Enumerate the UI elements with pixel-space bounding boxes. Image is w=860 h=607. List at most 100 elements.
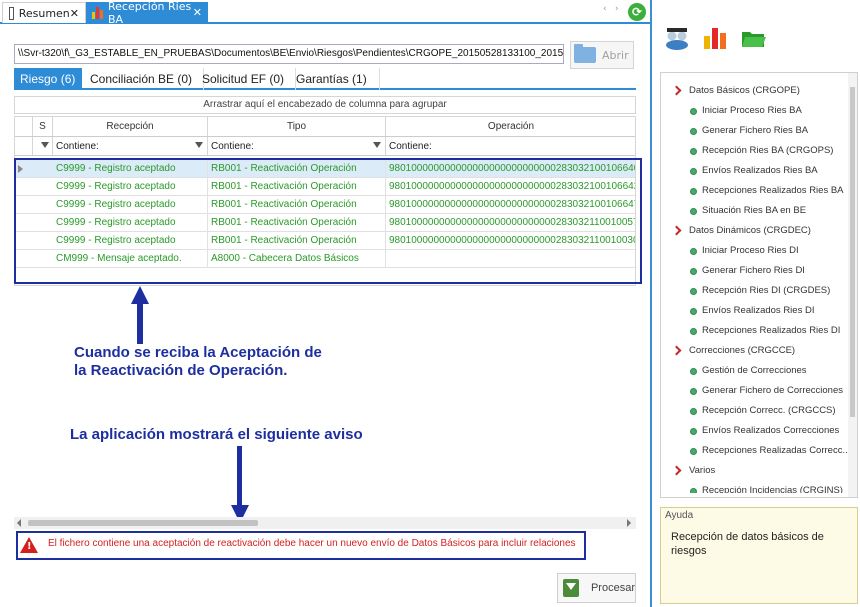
bullet-icon (690, 268, 697, 275)
row-indicator-header (15, 117, 33, 136)
nav-item-generar-fichero-ba[interactable]: Generar Fichero Ries BA (661, 121, 849, 141)
filter-icon[interactable] (373, 142, 381, 148)
process-button[interactable]: Procesar (557, 573, 636, 603)
bullet-icon (690, 428, 697, 435)
result-tabs: Riesgo (6) Conciliación BE (0) Solicitud… (14, 68, 636, 90)
filter-recepcion[interactable]: Contiene: (53, 137, 208, 155)
bullet-icon (690, 208, 697, 215)
nav-label: Recepción Incidencias (CRGINS) (702, 485, 843, 493)
scroll-thumb[interactable] (28, 520, 258, 526)
tab-scroll-right-icon[interactable]: › (615, 4, 619, 14)
tab-label: Solicitud EF (0) (202, 72, 285, 86)
column-header-label: Operación (487, 121, 535, 132)
filter-s[interactable] (33, 137, 53, 155)
tab-scroll-left-icon[interactable]: ‹ (603, 4, 607, 14)
filter-tipo[interactable]: Contiene: (208, 137, 386, 155)
users-icon[interactable] (664, 25, 690, 51)
annotation-note-2: La aplicación mostrará el siguiente avis… (70, 426, 363, 443)
nav-item-recepcion-ba[interactable]: Recepción Ries BA (CRGOPS) (661, 141, 849, 161)
help-title: Ayuda (665, 510, 694, 521)
bullet-icon (690, 488, 697, 493)
tab-resumen[interactable]: Resumen ✕ (2, 2, 86, 23)
tab-solicitud-ef[interactable]: Solicitud EF (0) (196, 68, 296, 90)
nav-label: Varios (689, 465, 716, 476)
nav-category-datos-basicos[interactable]: Datos Básicos (CRGOPE) (661, 81, 849, 101)
annotation-line: la Reactivación de Operación. (74, 362, 288, 379)
document-icon (9, 6, 14, 20)
app-window: Resumen ✕ Recepción Ries BA ✕ ‹ › ⟳ \\Sv… (0, 0, 860, 607)
nav-category-correcciones[interactable]: Correcciones (CRGCCE) (661, 341, 849, 361)
nav-item-gestion-correcciones[interactable]: Gestión de Correcciones (661, 361, 849, 381)
column-header-recepcion[interactable]: Recepción (53, 117, 208, 136)
nav-label: Recepciones Realizados Ries DI (702, 325, 841, 336)
chart-icon[interactable] (702, 25, 728, 51)
nav-item-recepcion-di[interactable]: Recepción Ries DI (CRGDES) (661, 281, 849, 301)
nav-item-situacion-ba[interactable]: Situación Ries BA en BE (661, 201, 849, 221)
nav-label: Iniciar Proceso Ries DI (702, 245, 799, 256)
warning-glyph: ! (27, 541, 32, 552)
nav-item-envios-di[interactable]: Envíos Realizados Ries DI (661, 301, 849, 321)
tab-recepcion-ries-ba[interactable]: Recepción Ries BA ✕ (86, 0, 208, 26)
file-path-field[interactable]: \\Svr-t320\f\_G3_ESTABLE_EN_PRUEBAS\Docu… (14, 44, 564, 64)
filter-icon[interactable] (41, 142, 49, 148)
grid-header-row: S Recepción Tipo Operación (15, 117, 635, 137)
bullet-icon (690, 408, 697, 415)
close-icon[interactable]: ✕ (193, 6, 202, 19)
nav-category-varios[interactable]: Varios (661, 461, 849, 481)
nav-item-recepciones-ba[interactable]: Recepciones Realizados Ries BA (661, 181, 849, 201)
nav-item-recepciones-di[interactable]: Recepciones Realizados Ries DI (661, 321, 849, 341)
nav-item-recepciones-correcc[interactable]: Recepciones Realizadas Correcc... (661, 441, 850, 461)
chart-icon (92, 6, 103, 19)
group-by-panel[interactable]: Arrastrar aquí el encabezado de columna … (14, 96, 636, 114)
document-tab-bar: Resumen ✕ Recepción Ries BA ✕ ‹ › ⟳ (0, 0, 650, 26)
chevron-right-icon (671, 345, 682, 356)
nav-item-iniciar-proceso-ba[interactable]: Iniciar Proceso Ries BA (661, 101, 849, 121)
nav-item-envios-ba[interactable]: Envíos Realizados Ries BA (661, 161, 849, 181)
tab-garantias[interactable]: Garantías (1) (290, 68, 380, 90)
filter-label: Contiene: (56, 140, 99, 152)
arrow-shaft (237, 446, 242, 506)
bullet-icon (690, 448, 697, 455)
column-header-s[interactable]: S (33, 117, 53, 136)
nav-label: Recepción Ries DI (CRGDES) (702, 285, 831, 296)
tab-label: Recepción Ries BA (108, 0, 192, 26)
nav-item-envios-correcciones[interactable]: Envíos Realizados Correcciones (661, 421, 849, 441)
close-icon[interactable]: ✕ (70, 7, 79, 20)
horizontal-scrollbar[interactable] (14, 517, 636, 529)
column-header-operacion[interactable]: Operación (386, 117, 635, 136)
tab-conciliacion-be[interactable]: Conciliación BE (0) (84, 68, 204, 90)
column-header-label: S (39, 121, 46, 132)
process-icon (563, 579, 579, 597)
column-header-label: Recepción (106, 121, 154, 132)
nav-item-recepcion-incidencias[interactable]: Recepción Incidencias (CRGINS) (661, 481, 849, 493)
nav-item-recepcion-correcc[interactable]: Recepción Correcc. (CRGCCS) (661, 401, 849, 421)
scroll-right-icon[interactable] (627, 519, 631, 527)
warning-icon: ! (20, 537, 38, 553)
refresh-icon[interactable]: ⟳ (628, 3, 646, 21)
open-button[interactable]: Abrir (570, 41, 634, 69)
annotation-note-1: Cuando se reciba la Aceptación de la Rea… (74, 344, 322, 380)
column-header-tipo[interactable]: Tipo (208, 117, 386, 136)
nav-label: Recepciones Realizados Ries BA (702, 185, 844, 196)
nav-label: Datos Básicos (CRGOPE) (689, 85, 800, 96)
nav-label: Recepción Correcc. (CRGCCS) (702, 405, 836, 416)
filter-icon[interactable] (195, 142, 203, 148)
nav-item-generar-fichero-di[interactable]: Generar Fichero Ries DI (661, 261, 849, 281)
bullet-icon (690, 248, 697, 255)
annotation-line: Cuando se reciba la Aceptación de (74, 344, 322, 361)
warning-text: El fichero contiene una aceptación de re… (48, 538, 576, 549)
filter-indicator (15, 137, 33, 155)
tab-count: (6) (60, 72, 76, 86)
bullet-icon (690, 388, 697, 395)
scroll-thumb[interactable] (850, 87, 855, 417)
nav-category-datos-dinamicos[interactable]: Datos Dinámicos (CRGDEC) (661, 221, 849, 241)
nav-item-generar-fichero-correcciones[interactable]: Generar Fichero de Correcciones (661, 381, 849, 401)
vertical-scrollbar[interactable] (848, 73, 857, 497)
toolbar (664, 25, 766, 51)
folder-icon[interactable] (740, 25, 766, 51)
filter-operacion[interactable]: Contiene: (386, 137, 635, 155)
tab-label: Riesgo (20, 72, 58, 86)
scroll-left-icon[interactable] (17, 519, 21, 527)
nav-item-iniciar-proceso-di[interactable]: Iniciar Proceso Ries DI (661, 241, 849, 261)
tab-riesgo[interactable]: Riesgo (6) (14, 68, 82, 90)
